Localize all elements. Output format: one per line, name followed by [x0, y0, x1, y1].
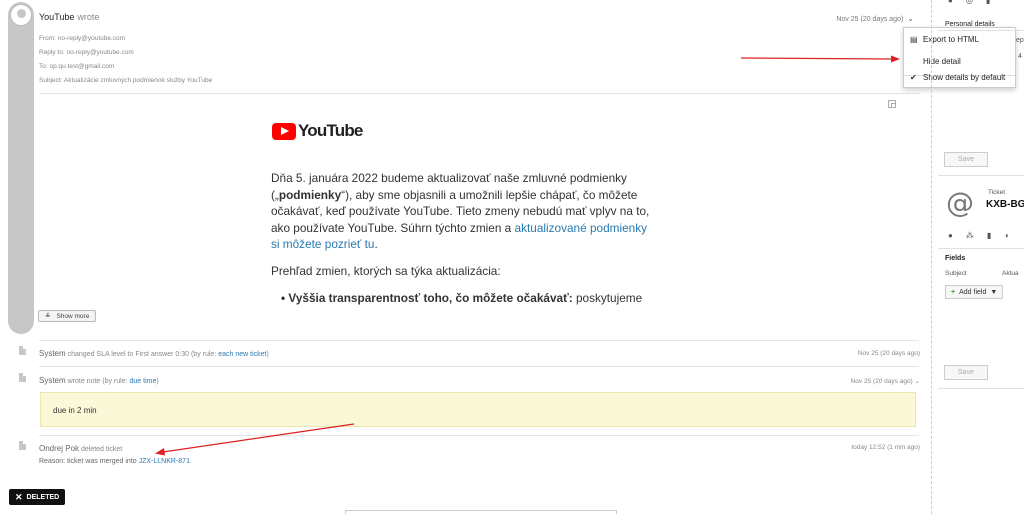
- para1-end: .: [374, 237, 378, 252]
- rule-link[interactable]: each new ticket: [218, 351, 266, 358]
- show-more-label: Show more: [56, 312, 90, 320]
- subject-field-label: Subject: [945, 270, 967, 277]
- event-text: wrote note (by rule:: [67, 378, 130, 385]
- show-more-button[interactable]: ≚ Show more: [38, 310, 97, 322]
- add-field-label: Add field: [959, 288, 987, 296]
- panel-tabs-top: ● ◎ ▮: [948, 0, 990, 5]
- arrow-line-top: [740, 57, 894, 60]
- youtube-logo-text: YouTube: [298, 121, 363, 140]
- document-icon: [19, 373, 26, 382]
- ticket-label: Ticket: [988, 189, 1006, 196]
- event-date: today 12:52 (1 min ago): [851, 444, 920, 451]
- document-icon[interactable]: ▮: [986, 0, 990, 5]
- subject-field-value[interactable]: Aktua: [1002, 270, 1019, 277]
- reply-to-line: Reply to: no-reply@youtube.com: [39, 49, 134, 56]
- event-sla: System changed SLA level to First answer…: [39, 349, 269, 358]
- arrow-line-bottom: [162, 423, 355, 453]
- panel-hr: [938, 30, 1024, 31]
- info-icon[interactable]: ●: [948, 231, 953, 240]
- ticket-id: KXB-BG: [986, 199, 1024, 210]
- note-box: due in 2 min: [40, 392, 916, 427]
- right-panel: ● ◎ ▮ Personal details ep 4 Save @ Ticke…: [938, 0, 1024, 514]
- sender-name[interactable]: YouTube: [39, 12, 74, 22]
- list-item: Vyššia transparentnosť toho, čo môžete o…: [281, 290, 656, 307]
- expand-icon[interactable]: [888, 100, 896, 108]
- event-text: changed SLA level to First answer 0:30 (…: [67, 351, 219, 358]
- email-channel-icon: @: [946, 186, 974, 219]
- message-header: YouTube wrote: [39, 12, 99, 22]
- event-text-end: ): [156, 378, 159, 385]
- email-paragraph-2: Prehľad zmien, ktorých sa týka aktualizá…: [271, 263, 501, 278]
- changes-list: Vyššia transparentnosť toho, čo môžete o…: [281, 290, 656, 307]
- save-button[interactable]: Save: [944, 365, 988, 380]
- panel-divider: [931, 0, 932, 514]
- fields-label: Fields: [945, 255, 966, 262]
- avatar: [10, 4, 32, 26]
- chevron-down-icon[interactable]: ⌄: [915, 378, 920, 385]
- to-line: To: op.qu.test@gmail.com: [39, 63, 115, 70]
- para1-bold: podmienky: [278, 187, 342, 202]
- users-icon[interactable]: ◎: [966, 0, 973, 5]
- chevron-down-icon[interactable]: ⌄: [907, 14, 914, 23]
- deleted-label: DELETED: [26, 493, 60, 501]
- event-actor[interactable]: System: [39, 376, 66, 385]
- email-body: Dňa 5. januára 2022 budeme aktualizovať …: [271, 170, 656, 306]
- event-date-text: Nov 25 (20 days ago): [850, 378, 913, 385]
- document-icon: [19, 346, 26, 355]
- youtube-logo: YouTube: [272, 121, 363, 141]
- header-divider: [39, 93, 919, 94]
- merge-reason: Reason: ticket was merged into JZX-LLNKR…: [39, 458, 190, 465]
- peek-text: ep: [1016, 37, 1024, 44]
- event-text-end: ): [266, 351, 269, 358]
- event-divider: [39, 435, 919, 436]
- event-divider: [39, 340, 919, 341]
- more-icon[interactable]: ◖: [1004, 231, 1009, 240]
- personal-details-label: Personal details: [945, 21, 995, 28]
- export-icon: ▤: [910, 34, 918, 44]
- bullet-bold: Vyššia transparentnosť toho, čo môžete o…: [288, 290, 573, 305]
- close-icon: ✕: [15, 491, 23, 502]
- peek-text: 4: [1018, 53, 1022, 60]
- caret-down-icon: ▼: [990, 288, 998, 296]
- rule-link[interactable]: due time: [130, 378, 157, 385]
- bottom-input[interactable]: [345, 510, 617, 514]
- wrote-label: wrote: [77, 12, 100, 22]
- event-note: System wrote note (by rule: due time): [39, 376, 159, 385]
- message-date: Nov 25 (20 days ago) ⌄: [836, 14, 914, 23]
- from-line: From: no-reply@youtube.com: [39, 35, 126, 42]
- arrow-head-top: [891, 55, 900, 63]
- panel-hr: [938, 248, 1024, 249]
- message-date-text: Nov 25 (20 days ago): [836, 16, 904, 23]
- panel-hr: [938, 388, 1024, 389]
- timeline-bar: [8, 2, 34, 334]
- document-icon[interactable]: ▮: [987, 231, 991, 240]
- merged-ticket-link[interactable]: JZX-LLNKR-871: [139, 458, 190, 465]
- document-icon: [19, 441, 26, 450]
- panel-tabs: ● ⁂ ▮ ◖: [948, 231, 1009, 240]
- youtube-play-icon: [272, 122, 296, 140]
- deleted-badge: ✕ DELETED: [9, 489, 66, 505]
- event-date: Nov 25 (20 days ago) ⌄: [851, 377, 920, 385]
- arrow-head-bottom: [155, 448, 165, 456]
- event-actor[interactable]: System: [39, 349, 66, 358]
- users-icon[interactable]: ⁂: [966, 231, 974, 240]
- event-actor[interactable]: Ondrej Pok: [39, 444, 79, 453]
- event-deleted: Ondrej Pok deleted ticket: [39, 444, 122, 453]
- subject-line: Subject: Aktualizácie zmluvných podmieno…: [39, 77, 213, 84]
- check-icon: ✔: [910, 72, 917, 82]
- plus-icon: +: [951, 288, 956, 296]
- bullet-rest: poskytujeme: [572, 290, 643, 305]
- double-chevron-down-icon: ≚: [45, 313, 51, 320]
- event-divider: [39, 366, 919, 367]
- status-band: [0, 484, 935, 510]
- save-button[interactable]: Save: [944, 152, 988, 167]
- reason-text: Reason: ticket was merged into: [39, 458, 139, 465]
- panel-hr: [938, 175, 1024, 176]
- add-field-button[interactable]: + Add field ▼: [945, 285, 1004, 299]
- event-text: deleted ticket: [80, 446, 123, 453]
- email-paragraph-1: Dňa 5. januára 2022 budeme aktualizovať …: [271, 170, 656, 253]
- info-icon[interactable]: ●: [948, 0, 953, 5]
- event-date: Nov 25 (20 days ago): [857, 350, 920, 357]
